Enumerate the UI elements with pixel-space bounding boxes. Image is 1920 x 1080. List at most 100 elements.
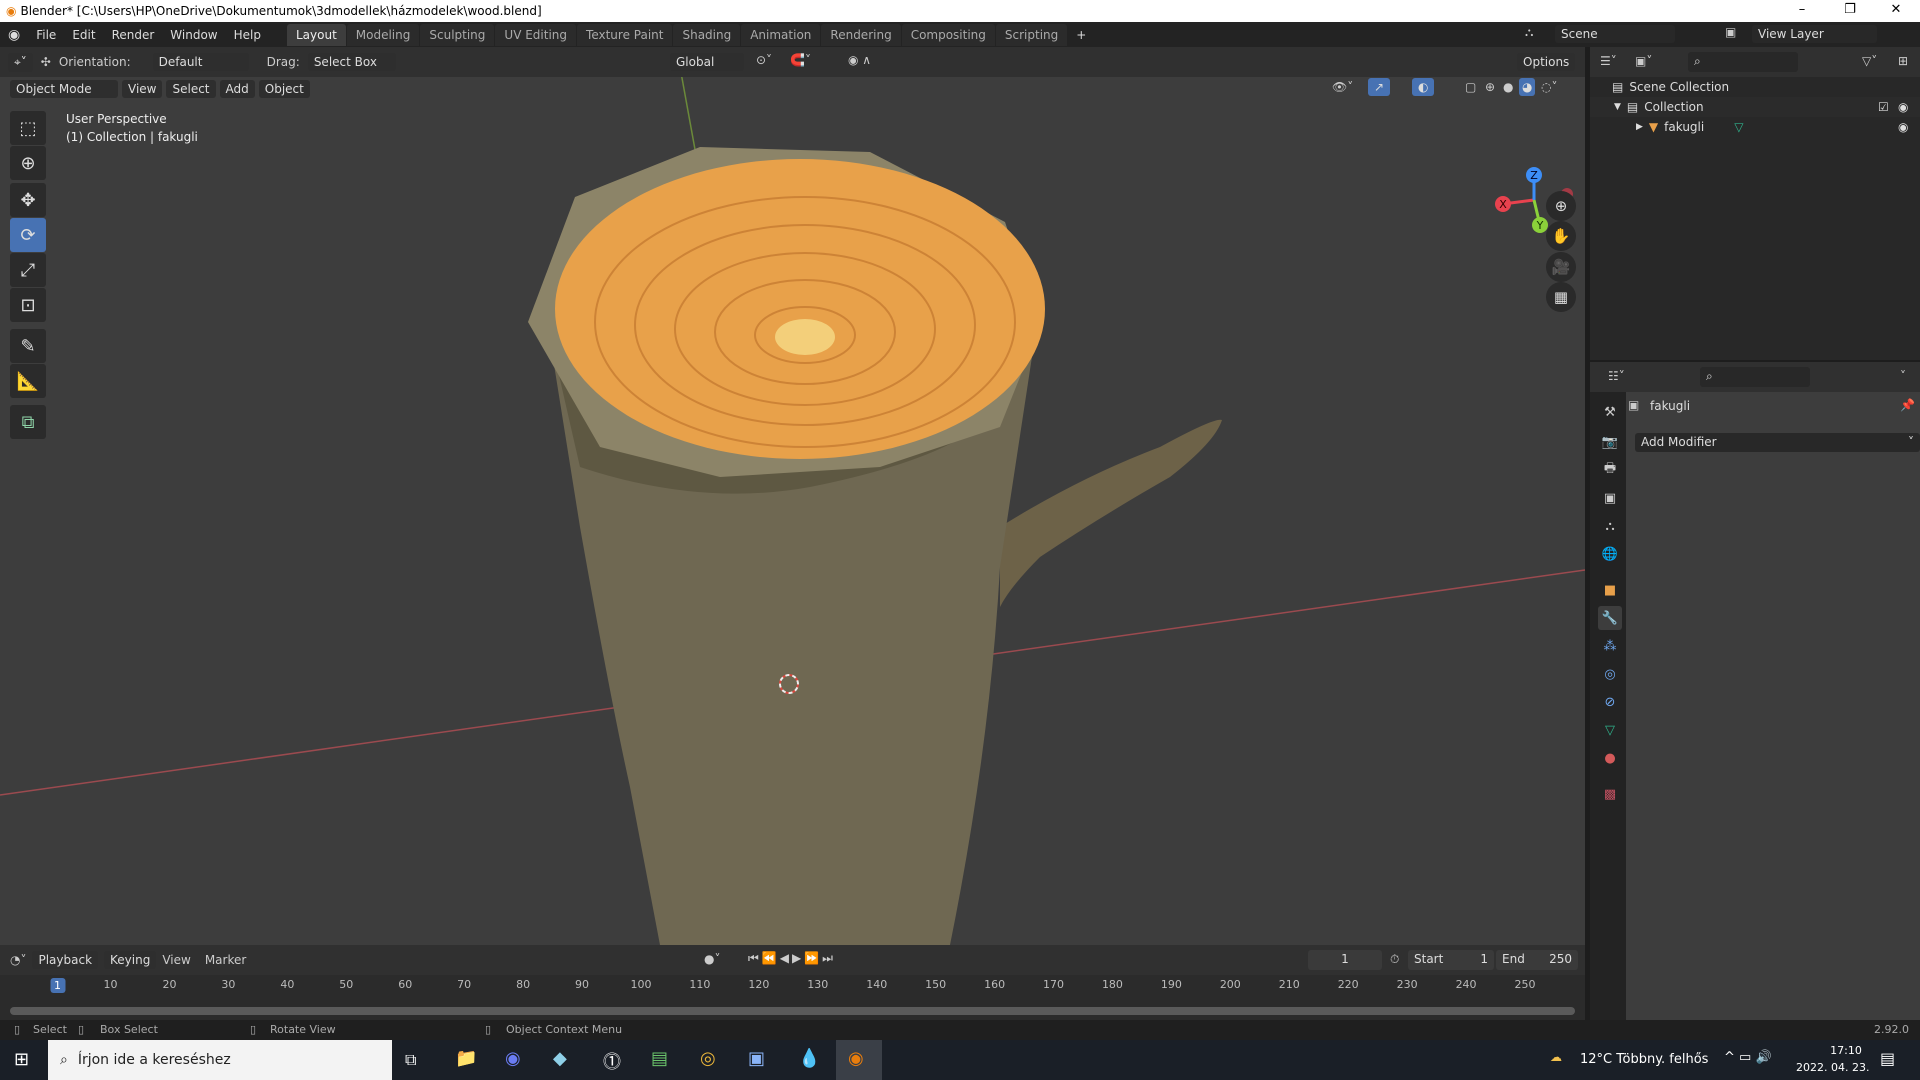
tab-shading[interactable]: Shading: [673, 24, 740, 46]
start-frame-field[interactable]: Start1: [1408, 950, 1494, 970]
pan-view-button[interactable]: ✋: [1546, 221, 1576, 251]
transform-pivot-icon[interactable]: ✣: [41, 55, 51, 69]
tab-scripting[interactable]: Scripting: [996, 24, 1067, 46]
menu-help[interactable]: Help: [226, 28, 269, 42]
outliner-object-row[interactable]: ▶ ▼ fakugli ▽ ◉: [1590, 117, 1920, 137]
menu-add[interactable]: Add: [220, 80, 255, 98]
measure-tool[interactable]: 📐: [10, 364, 46, 398]
weather-text[interactable]: 12°C Többny. felhős: [1580, 1052, 1708, 1067]
tab-modifiers[interactable]: 🔧: [1598, 606, 1622, 630]
mode-dropdown[interactable]: Object Mode: [10, 80, 118, 98]
move-tool[interactable]: ✥: [10, 183, 46, 217]
blender-taskbar-button[interactable]: ◉: [836, 1040, 882, 1080]
tab-texture-paint[interactable]: Texture Paint: [577, 24, 672, 46]
outliner-search-input[interactable]: ⌕: [1688, 52, 1798, 72]
annotate-tool[interactable]: ✎: [10, 329, 46, 363]
camera-view-button[interactable]: 🎥: [1546, 252, 1576, 282]
task-view-icon[interactable]: ⧉: [405, 1050, 416, 1070]
tab-world[interactable]: 🌐: [1598, 542, 1622, 566]
3d-viewport[interactable]: User Perspective (1) Collection | fakugl…: [0, 47, 1585, 945]
tab-physics[interactable]: ◎: [1598, 662, 1622, 686]
add-modifier-dropdown[interactable]: Add Modifier˅: [1635, 433, 1920, 452]
add-cube-tool[interactable]: ⧉: [10, 405, 46, 439]
notifications-icon[interactable]: ▤: [1880, 1049, 1895, 1068]
windows-start-icon[interactable]: ⊞: [14, 1049, 29, 1070]
menu-render[interactable]: Render: [104, 28, 163, 42]
tab-scene[interactable]: ⛬: [1598, 514, 1622, 538]
clock-date[interactable]: 2022. 04. 23.: [1796, 1061, 1869, 1074]
view-layer-selector[interactable]: View Layer: [1752, 25, 1877, 43]
menu-view[interactable]: View: [122, 80, 162, 98]
timeline-scrollbar[interactable]: [10, 1007, 1575, 1015]
paint-icon[interactable]: 💧: [798, 1048, 820, 1069]
tab-tool[interactable]: ⚒: [1598, 400, 1622, 424]
tab-texture[interactable]: ▩: [1598, 782, 1622, 806]
filter-view-layer-icon[interactable]: ▣˅: [1635, 54, 1652, 68]
menu-file[interactable]: File: [28, 28, 64, 42]
eye-icon[interactable]: ◉: [1898, 100, 1908, 114]
rendered-shading-icon[interactable]: ◌˅: [1541, 80, 1557, 94]
menu-select[interactable]: Select: [166, 80, 215, 98]
scene-icon[interactable]: ⛬: [1525, 25, 1533, 40]
menu-view[interactable]: View: [162, 953, 190, 967]
stopwatch-icon[interactable]: ⏱: [1390, 952, 1399, 967]
tray-icons[interactable]: ^ ▭ 🔊: [1724, 1050, 1772, 1065]
editor-type-icon[interactable]: ◔˅: [10, 953, 26, 967]
visibility-icon[interactable]: 👁˅: [1332, 80, 1353, 94]
menu-playback[interactable]: Playback: [32, 951, 98, 969]
tab-animation[interactable]: Animation: [741, 24, 820, 46]
menu-marker[interactable]: Marker: [205, 953, 246, 967]
ortho-toggle-button[interactable]: ▦: [1546, 282, 1576, 312]
tab-output[interactable]: 🖶: [1598, 458, 1622, 482]
editor-type-button[interactable]: ⌖˅: [8, 53, 33, 72]
display-mode-icon[interactable]: ☰˅: [1600, 54, 1617, 68]
menu-keying[interactable]: Keying: [104, 951, 156, 969]
maximize-button[interactable]: ❐: [1830, 0, 1870, 22]
view-layer-icon[interactable]: ▣: [1725, 25, 1736, 39]
expand-arrow-icon[interactable]: ▶: [1636, 122, 1643, 132]
exclude-checkbox[interactable]: ☑: [1878, 100, 1889, 114]
select-box-tool[interactable]: ⬚: [10, 111, 46, 145]
menu-edit[interactable]: Edit: [64, 28, 103, 42]
zoom-view-button[interactable]: ⊕: [1546, 191, 1576, 221]
mesh-data-icon[interactable]: ▽: [1734, 120, 1743, 134]
chrome-icon[interactable]: ◎: [700, 1048, 716, 1069]
tab-sculpting[interactable]: Sculpting: [420, 24, 494, 46]
tab-data[interactable]: ▽: [1598, 718, 1622, 742]
drag-dropdown[interactable]: Select Box: [308, 53, 396, 71]
tab-layout[interactable]: Layout: [287, 24, 346, 46]
filter-icon[interactable]: ▽˅: [1862, 54, 1877, 68]
blender-menu-icon[interactable]: ◉: [0, 27, 28, 43]
expand-arrow-icon[interactable]: ▼: [1614, 102, 1621, 112]
menu-window[interactable]: Window: [162, 28, 225, 42]
current-frame-marker[interactable]: 1: [50, 978, 65, 993]
options-dropdown[interactable]: Options: [1517, 53, 1575, 71]
tab-compositing[interactable]: Compositing: [902, 24, 995, 46]
snap-icon[interactable]: 🧲˅: [790, 53, 811, 67]
tab-constraints[interactable]: ⊘: [1598, 690, 1622, 714]
minimize-button[interactable]: –: [1782, 0, 1822, 22]
timeline-ruler[interactable]: 1102030405060708090100110120130140150160…: [0, 975, 1585, 997]
pivot-point-icon[interactable]: ⊙˅: [756, 53, 772, 67]
gizmo-toggle-icon[interactable]: ↗: [1368, 78, 1390, 96]
options-chevron-icon[interactable]: ˅: [1900, 369, 1906, 383]
overlay-toggle-icon[interactable]: ◐: [1412, 78, 1434, 96]
current-frame-field[interactable]: 1: [1308, 950, 1382, 970]
transform-orientation-dropdown[interactable]: Global: [670, 53, 744, 71]
tab-modeling[interactable]: Modeling: [347, 24, 420, 46]
notepad-icon[interactable]: ▤: [651, 1048, 668, 1069]
file-explorer-icon[interactable]: 📁: [455, 1048, 477, 1069]
rotate-tool[interactable]: ⟳: [10, 218, 46, 252]
app-icon-3[interactable]: ▣: [748, 1048, 765, 1069]
transform-tool[interactable]: ⊡: [10, 288, 46, 322]
tab-particles[interactable]: ⁂: [1598, 634, 1622, 658]
material-shading-icon[interactable]: ◕: [1519, 78, 1535, 96]
tab-render[interactable]: 📷: [1598, 430, 1622, 454]
end-frame-field[interactable]: End250: [1496, 950, 1578, 970]
new-collection-icon[interactable]: ⊞: [1898, 54, 1908, 68]
close-button[interactable]: ✕: [1876, 0, 1916, 22]
clock-time[interactable]: 17:10: [1816, 1044, 1876, 1057]
outliner-collection-row[interactable]: ▼ ▤ Collection ☑ ◉: [1590, 97, 1920, 117]
solid-shading-icon[interactable]: ●: [1503, 80, 1513, 94]
properties-search-input[interactable]: ⌕: [1700, 367, 1810, 387]
